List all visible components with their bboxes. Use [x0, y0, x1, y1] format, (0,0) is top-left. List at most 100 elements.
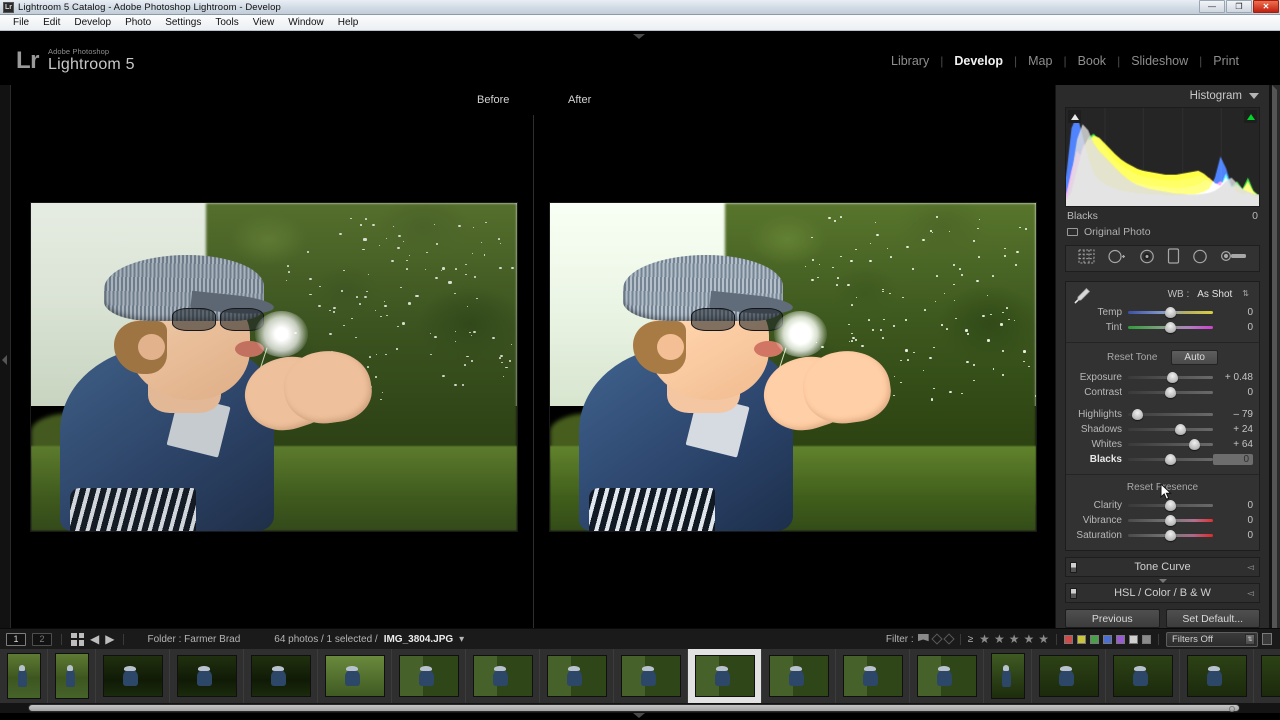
slider-track[interactable]	[1128, 437, 1213, 452]
panel-expand-icon[interactable]: ◅	[1247, 588, 1254, 599]
flag-unflagged-icon[interactable]	[931, 633, 942, 644]
filmstrip-thumbnail[interactable]	[991, 653, 1025, 699]
adjustment-brush-tool-icon[interactable]	[1221, 249, 1247, 268]
go-forward-icon[interactable]: ▶	[105, 633, 114, 645]
set-default-button[interactable]: Set Default...	[1166, 609, 1261, 628]
filmstrip-cell[interactable]	[762, 649, 836, 703]
wb-dropdown-icon[interactable]: ⇅	[1242, 291, 1249, 297]
histogram-header[interactable]: Histogram	[1056, 85, 1269, 107]
flag-rejected-icon[interactable]	[943, 633, 954, 644]
filmstrip-cell[interactable]	[614, 649, 688, 703]
after-photo[interactable]	[549, 202, 1037, 532]
module-develop[interactable]: Develop	[943, 54, 1014, 68]
auto-tone-button[interactable]: Auto	[1171, 350, 1218, 365]
slider-value[interactable]: 0	[1213, 500, 1253, 511]
filmstrip-cell[interactable]	[392, 649, 466, 703]
current-filename[interactable]: IMG_3804.JPG	[384, 634, 453, 645]
crop-overlay-tool-icon[interactable]	[1078, 249, 1095, 269]
star-3-icon[interactable]: ★	[1009, 633, 1020, 645]
filmstrip-thumbnail[interactable]	[621, 655, 681, 697]
top-panel-toggle-icon[interactable]	[633, 34, 645, 39]
slider-value[interactable]: 0	[1213, 307, 1253, 318]
filmstrip-cell[interactable]	[540, 649, 614, 703]
slider-track[interactable]	[1128, 528, 1213, 543]
filmstrip-thumbnail[interactable]	[55, 653, 89, 699]
wb-value[interactable]: As Shot	[1197, 289, 1232, 300]
filmstrip-thumbnail[interactable]	[917, 655, 977, 697]
filmstrip-cell[interactable]	[466, 649, 540, 703]
filmstrip-thumbnail[interactable]	[325, 655, 385, 697]
color-label-custom[interactable]	[1142, 635, 1151, 644]
filmstrip-cell[interactable]	[170, 649, 244, 703]
filmstrip-thumbnail[interactable]	[843, 655, 903, 697]
filename-dropdown-icon[interactable]: ▾	[459, 634, 464, 645]
bottom-panel-toggle-icon[interactable]	[633, 713, 645, 718]
filter-preset-spinner-icon[interactable]: ⇅	[1245, 634, 1255, 645]
star-5-icon[interactable]: ★	[1038, 633, 1049, 645]
slider-blacks[interactable]: Blacks 0	[1066, 452, 1259, 467]
reset-presence-button[interactable]: Reset Presence	[1127, 482, 1198, 493]
slider-highlights[interactable]: Highlights – 79	[1066, 407, 1259, 422]
slider-whites[interactable]: Whites + 64	[1066, 437, 1259, 452]
filter-preset-select[interactable]: Filters Off ⇅	[1166, 632, 1258, 647]
highlight-clipping-icon[interactable]	[1244, 110, 1257, 123]
slider-exposure[interactable]: Exposure + 0.48	[1066, 370, 1259, 385]
filmstrip-cell[interactable]	[48, 649, 96, 703]
slider-track[interactable]	[1128, 385, 1213, 400]
filmstrip-thumbnail[interactable]	[103, 655, 163, 697]
filmstrip-scroll-thumb[interactable]	[28, 704, 1240, 712]
slider-tint[interactable]: Tint 0	[1066, 320, 1259, 335]
color-label-none[interactable]	[1129, 635, 1138, 644]
menu-view[interactable]: View	[246, 16, 282, 29]
chevron-down-icon[interactable]	[1249, 93, 1259, 99]
filmstrip-thumbnail[interactable]	[1039, 655, 1099, 697]
module-map[interactable]: Map	[1017, 54, 1063, 68]
slider-value[interactable]: + 24	[1213, 424, 1253, 435]
star-4-icon[interactable]: ★	[1023, 633, 1034, 645]
menu-file[interactable]: File	[6, 16, 36, 29]
filmstrip-cell[interactable]	[96, 649, 170, 703]
slider-contrast[interactable]: Contrast 0	[1066, 385, 1259, 400]
go-back-icon[interactable]: ◀	[90, 633, 99, 645]
slider-value[interactable]: + 0.48	[1213, 372, 1253, 383]
slider-clarity[interactable]: Clarity 0	[1066, 498, 1259, 513]
menu-settings[interactable]: Settings	[158, 16, 208, 29]
before-photo[interactable]	[30, 202, 518, 532]
right-panel-expand-icon[interactable]	[1272, 85, 1280, 650]
left-panel-collapsed[interactable]	[0, 85, 11, 650]
hsl-color-bw-panel-header[interactable]: HSL / Color / B & W ◅	[1065, 583, 1260, 603]
star-1-icon[interactable]: ★	[979, 633, 990, 645]
filmstrip-cell[interactable]	[0, 649, 48, 703]
slider-track[interactable]	[1128, 498, 1213, 513]
filmstrip-cell[interactable]	[984, 649, 1032, 703]
filmstrip-thumbnail[interactable]	[399, 655, 459, 697]
menu-help[interactable]: Help	[331, 16, 366, 29]
slider-value[interactable]: + 64	[1213, 439, 1253, 450]
slider-value[interactable]: – 79	[1213, 409, 1253, 420]
white-balance-selector-icon[interactable]	[1072, 286, 1092, 306]
menu-photo[interactable]: Photo	[118, 16, 158, 29]
color-label-green[interactable]	[1090, 635, 1099, 644]
filmstrip-cell[interactable]	[688, 649, 762, 703]
filmstrip-cell[interactable]	[1032, 649, 1106, 703]
star-2-icon[interactable]: ★	[994, 633, 1005, 645]
wb-header[interactable]: WB : As Shot ⇅	[1066, 288, 1259, 305]
filmstrip-thumbnail[interactable]	[177, 655, 237, 697]
filmstrip-cell[interactable]	[1180, 649, 1254, 703]
module-slideshow[interactable]: Slideshow	[1120, 54, 1199, 68]
tone-curve-panel-header[interactable]: Tone Curve ◅	[1065, 557, 1260, 577]
slider-track[interactable]	[1128, 305, 1213, 320]
slider-vibrance[interactable]: Vibrance 0	[1066, 513, 1259, 528]
filmstrip-cell[interactable]	[910, 649, 984, 703]
panel-expand-icon[interactable]: ◅	[1247, 562, 1254, 573]
module-library[interactable]: Library	[880, 54, 940, 68]
folder-label[interactable]: Folder : Farmer Brad	[147, 634, 240, 645]
slider-track[interactable]	[1128, 452, 1213, 467]
panel-switch-icon[interactable]	[1070, 588, 1077, 599]
filmstrip-thumbnail[interactable]	[695, 655, 755, 697]
filmstrip-thumbnail[interactable]	[473, 655, 533, 697]
filmstrip-thumbnail[interactable]	[1187, 655, 1247, 697]
filmstrip-cell[interactable]	[318, 649, 392, 703]
filmstrip-thumbnail[interactable]	[769, 655, 829, 697]
color-label-yellow[interactable]	[1077, 635, 1086, 644]
